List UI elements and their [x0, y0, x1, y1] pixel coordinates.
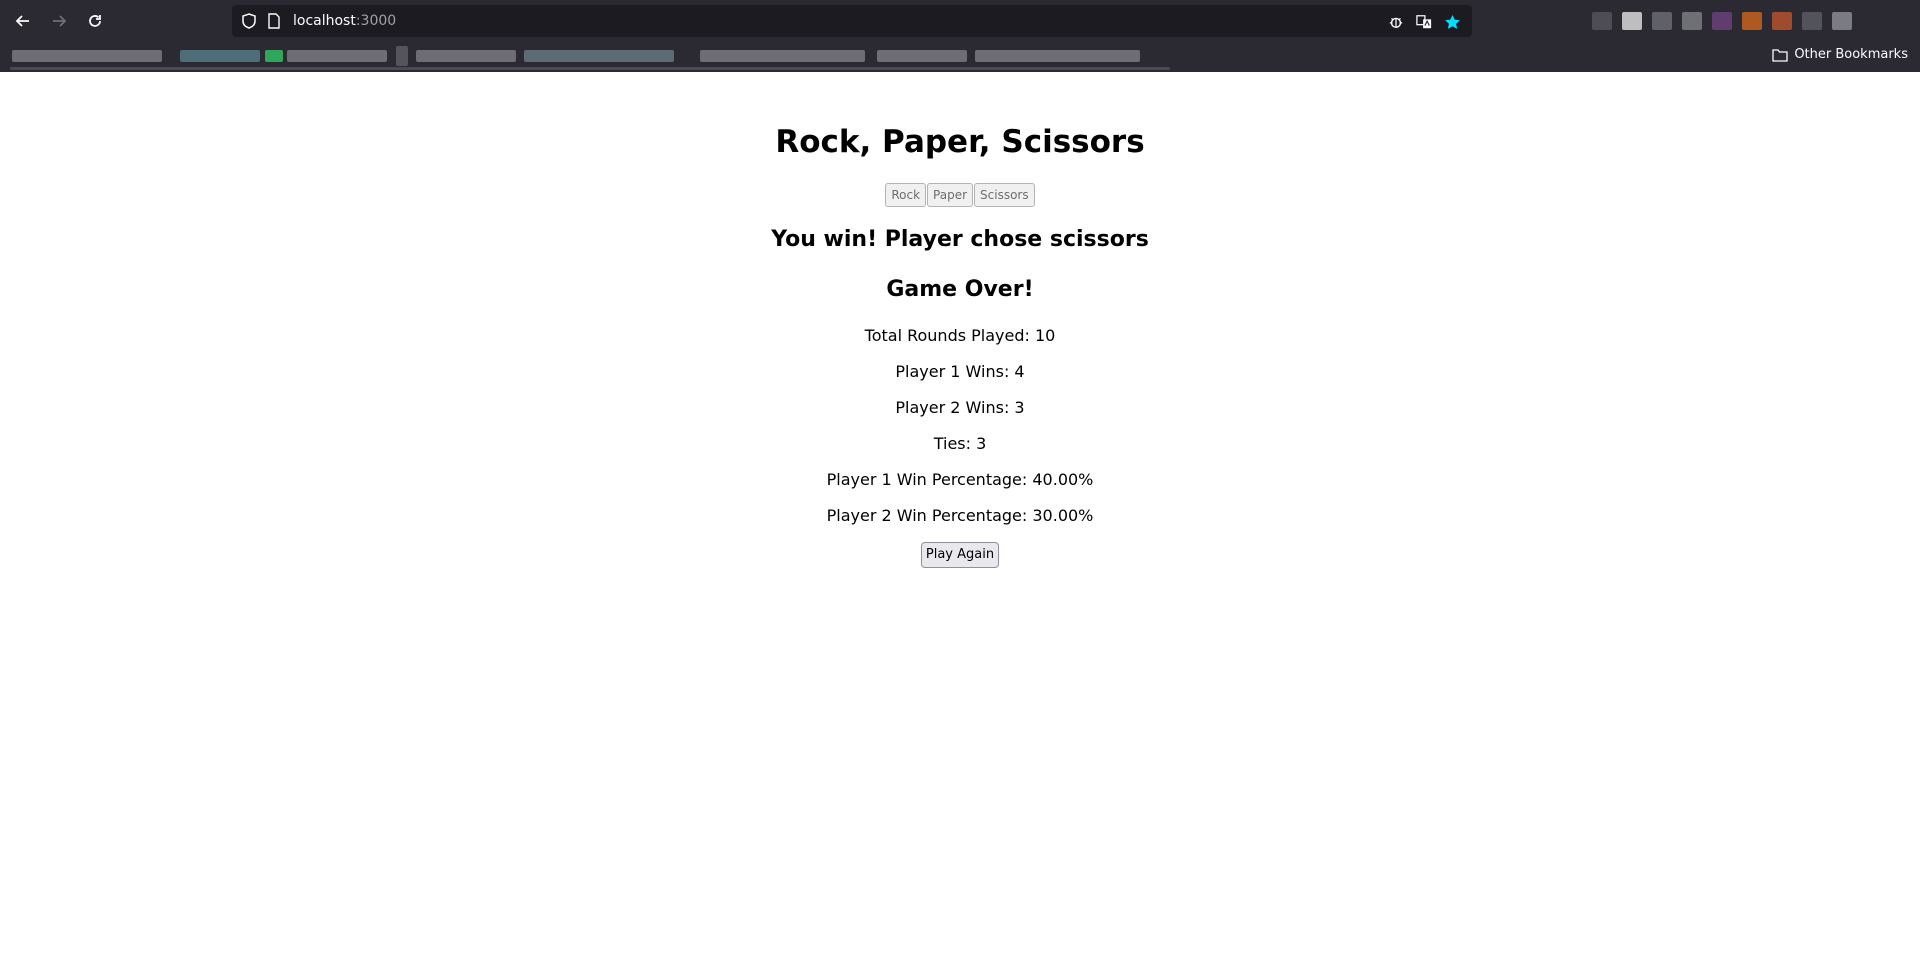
player2-win-percentage-stat: Player 2 Win Percentage: 30.00% [826, 506, 1094, 525]
bookmark-star-icon[interactable] [1442, 12, 1462, 32]
url-text[interactable]: localhost:3000 [293, 12, 396, 30]
bookmark-item[interactable] [180, 50, 260, 62]
play-again-button[interactable]: Play Again [921, 542, 999, 568]
page-content: Rock, Paper, Scissors Rock Paper Scissor… [0, 72, 1920, 960]
extension-icon[interactable] [1772, 12, 1792, 30]
address-bar[interactable]: localhost:3000 [232, 5, 1472, 37]
reload-button[interactable] [81, 7, 109, 35]
browser-toolbar: localhost:3000 [0, 0, 1920, 42]
paper-button[interactable]: Paper [927, 183, 974, 207]
bookmark-item[interactable] [287, 50, 387, 62]
extension-icon[interactable] [1652, 12, 1672, 30]
forward-button[interactable] [45, 7, 73, 35]
bug-icon[interactable] [1386, 12, 1406, 32]
bookmarks-scrollbar[interactable] [10, 67, 1170, 70]
back-button[interactable] [9, 7, 37, 35]
rock-button[interactable]: Rock [885, 183, 927, 207]
shield-icon[interactable] [240, 12, 258, 30]
bookmark-item[interactable] [265, 50, 283, 62]
bookmark-item[interactable] [12, 50, 162, 62]
forward-arrow-icon [53, 15, 67, 27]
extension-icon[interactable] [1802, 12, 1822, 30]
other-bookmarks-button[interactable]: Other Bookmarks [1772, 47, 1908, 62]
bookmarks-toolbar [0, 44, 1920, 68]
bookmark-item[interactable] [416, 50, 516, 62]
extension-icon[interactable] [1622, 12, 1642, 30]
scissors-button[interactable]: Scissors [974, 183, 1035, 207]
bookmark-item[interactable] [877, 50, 967, 62]
other-bookmarks-label: Other Bookmarks [1794, 47, 1908, 62]
choice-buttons: Rock Paper Scissors [0, 183, 1920, 207]
ties-stat: Ties: 3 [933, 434, 987, 453]
game-over-heading: Game Over! [886, 277, 1034, 302]
url-port: :3000 [355, 13, 397, 29]
extension-icon[interactable] [1742, 12, 1762, 30]
extension-icon[interactable] [1712, 12, 1732, 30]
player1-win-percentage-stat: Player 1 Win Percentage: 40.00% [826, 470, 1094, 489]
reload-icon [89, 15, 101, 27]
bookmark-separator [396, 46, 408, 66]
bookmark-item[interactable] [524, 50, 674, 62]
page-icon [268, 13, 280, 29]
round-result: You win! Player chose scissors [771, 227, 1149, 252]
page-title: Rock, Paper, Scissors [775, 124, 1145, 160]
extension-icon[interactable] [1682, 12, 1702, 30]
total-rounds-stat: Total Rounds Played: 10 [864, 326, 1056, 345]
bookmark-item[interactable] [975, 50, 1140, 62]
extensions-area [1592, 12, 1852, 30]
menu-icon[interactable] [1832, 12, 1852, 30]
player1-wins-stat: Player 1 Wins: 4 [895, 362, 1025, 381]
browser-chrome: localhost:3000 Other Bookmarks [0, 0, 1920, 72]
url-host: localhost [293, 13, 356, 29]
bookmark-item[interactable] [700, 50, 865, 62]
player2-wins-stat: Player 2 Wins: 3 [895, 398, 1025, 417]
back-arrow-icon [15, 15, 29, 27]
folder-icon [1772, 48, 1788, 62]
translate-icon[interactable] [1414, 12, 1434, 32]
extension-icon[interactable] [1592, 12, 1612, 30]
